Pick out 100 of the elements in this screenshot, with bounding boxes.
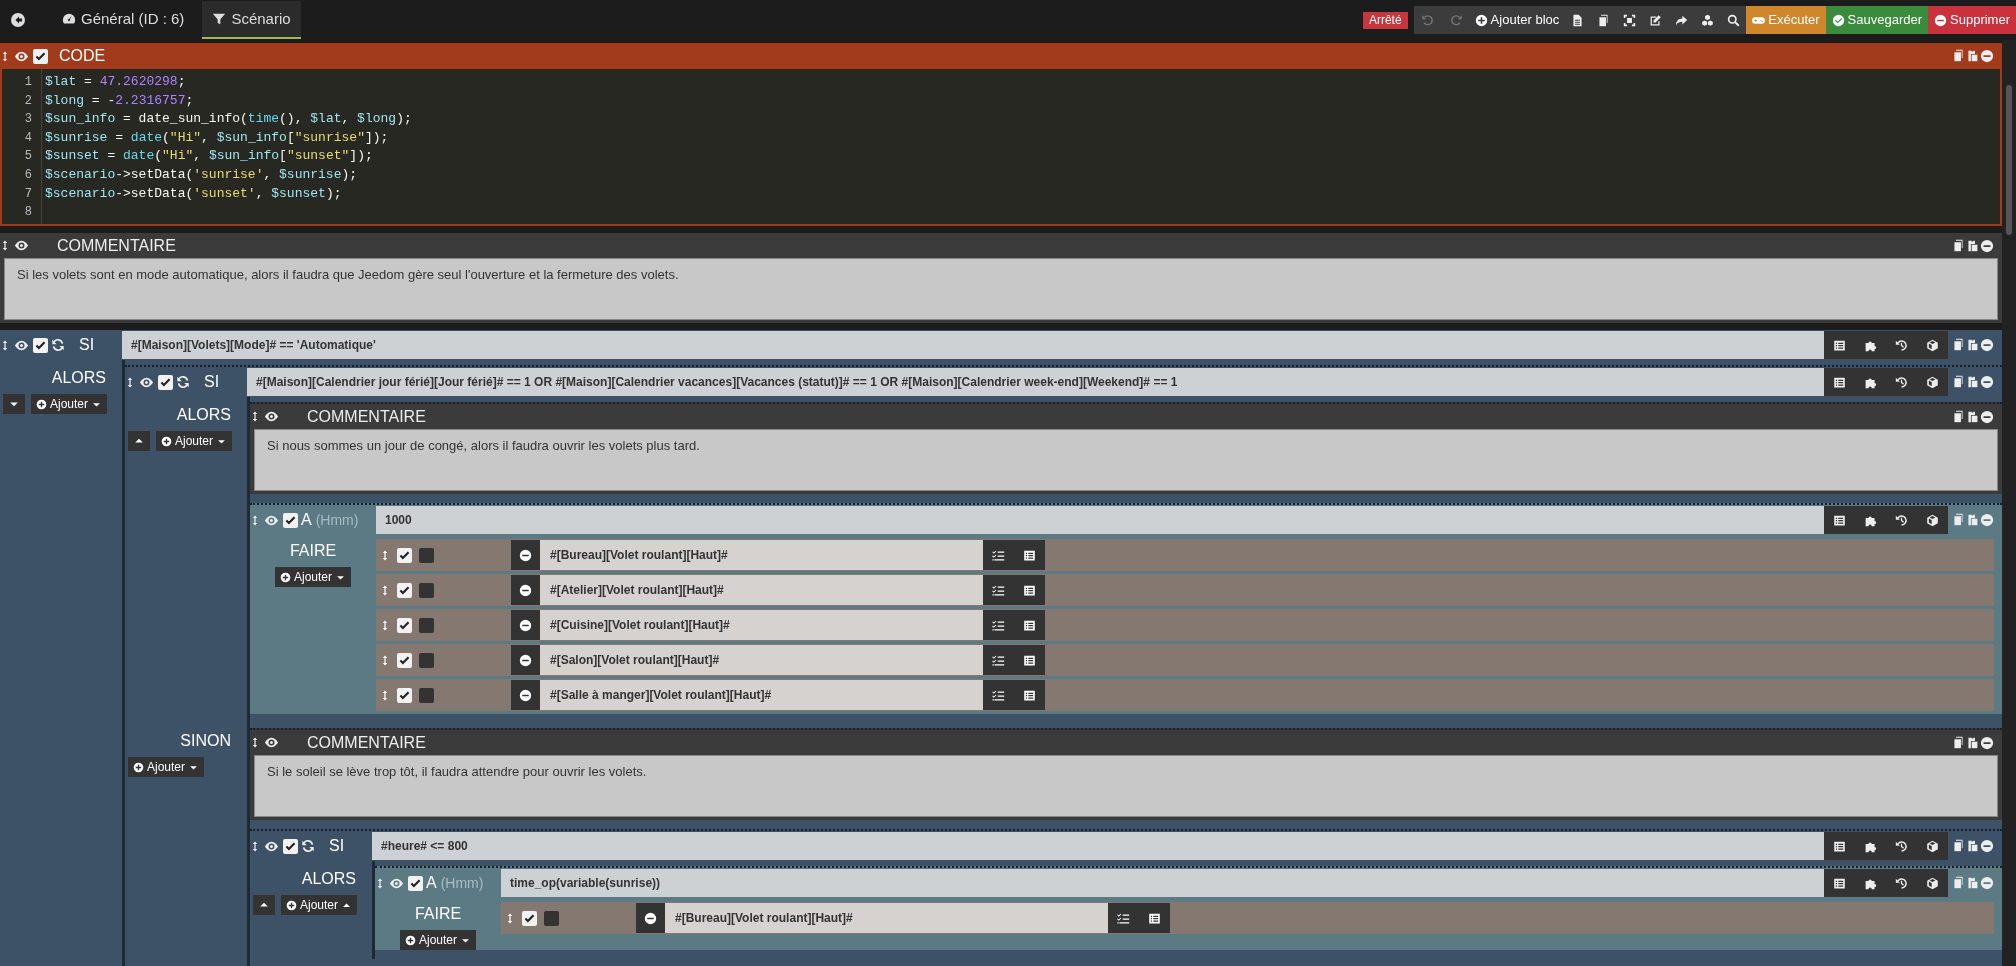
list-icon [1833, 338, 1846, 352]
eye-icon[interactable] [263, 735, 280, 750]
refresh-icon[interactable] [51, 338, 65, 352]
list-button[interactable] [1014, 575, 1045, 605]
paste-button[interactable] [1966, 375, 1979, 389]
copy-button[interactable] [1952, 735, 1965, 750]
copy-button[interactable] [1952, 338, 1965, 352]
toggle-button[interactable] [3, 394, 25, 414]
list-button[interactable] [1014, 645, 1045, 675]
paste-button[interactable] [1966, 735, 1979, 750]
command-field[interactable]: #[Bureau][Volet roulant][Haut]# [665, 903, 1108, 933]
add-dropdown[interactable]: Ajouter [281, 895, 358, 915]
options-button[interactable] [983, 575, 1014, 605]
enable-checkbox[interactable] [397, 617, 412, 633]
list-button[interactable] [1014, 540, 1045, 570]
paste-button[interactable] [1966, 238, 1979, 253]
tab[interactable]: Scénario [202, 1, 301, 39]
condition-field[interactable]: #heure# <= 800 [372, 832, 1824, 860]
refresh-icon[interactable] [301, 839, 315, 853]
paste-button[interactable] [1966, 839, 1979, 853]
comment-field[interactable]: Si les volets sont en mode automatique, alors il faudra que Jeedom gère seul l'ouverture et la fermeture des volets. [4, 258, 1998, 320]
parallel-checkbox[interactable] [419, 547, 434, 563]
paste-icon [1966, 338, 1979, 351]
comment-field[interactable]: Si le soleil se lève trop tôt, il faudra attendre pour ouvrir les volets. [254, 755, 1998, 817]
enable-checkbox[interactable] [397, 547, 412, 563]
toggle-button[interactable] [128, 431, 150, 451]
enable-checkbox[interactable] [408, 875, 423, 891]
parallel-checkbox[interactable] [419, 652, 434, 668]
checklist-icon [992, 653, 1005, 667]
back-button[interactable] [8, 10, 28, 30]
options-button[interactable] [983, 645, 1014, 675]
list-button[interactable] [1014, 680, 1045, 710]
list-icon [1023, 653, 1036, 667]
enable-checkbox[interactable] [397, 582, 412, 598]
copy-button[interactable] [1952, 839, 1965, 853]
remove-action-button[interactable] [511, 540, 540, 570]
remove-button[interactable] [1980, 839, 1994, 853]
add-dropdown[interactable]: Ajouter [156, 431, 233, 451]
time-field[interactable]: 1000 [376, 506, 1824, 534]
remove-button[interactable] [1980, 375, 1994, 389]
parallel-checkbox[interactable] [419, 617, 434, 633]
remove-action-button[interactable] [511, 645, 540, 675]
condition-field[interactable]: #[Maison][Calendrier jour férié][Jour férié]# == 1 OR #[Maison][Calendrier vacances][Vacances (statut)]# == 1 OR #[Maison][Calendrier week-end][Weekend]# == 1 [247, 368, 1824, 396]
paste-button[interactable] [1966, 338, 1979, 352]
add-dropdown[interactable]: Ajouter [275, 567, 351, 587]
enable-checkbox[interactable] [33, 48, 48, 64]
action-button[interactable]: Sauvegarder [1825, 6, 1929, 34]
enable-checkbox[interactable] [283, 512, 298, 528]
command-field[interactable]: #[Salon][Volet roulant][Haut]# [540, 645, 983, 675]
remove-action-button[interactable] [511, 575, 540, 605]
enable-checkbox[interactable] [158, 374, 173, 390]
line-number: 8 [23, 204, 33, 222]
comment-field[interactable]: Si nous sommes un jour de congé, alors il faudra ouvrir les volets plus tard. [254, 429, 1998, 491]
toggle-button[interactable] [253, 895, 275, 915]
remove-button[interactable] [1980, 735, 1994, 750]
refresh-icon[interactable] [176, 375, 190, 389]
command-field[interactable]: #[Atelier][Volet roulant][Haut]# [540, 575, 983, 605]
copy-button[interactable] [1952, 238, 1965, 253]
eye-icon[interactable] [13, 238, 30, 253]
options-button[interactable] [983, 610, 1014, 640]
remove-action-button[interactable] [511, 610, 540, 640]
add-dropdown[interactable]: Ajouter [128, 757, 205, 777]
paste-button[interactable] [1966, 49, 1979, 63]
remove-action-button[interactable] [636, 903, 665, 933]
time-field[interactable]: time_op(variable(sunrise)) [501, 869, 1824, 897]
options-button[interactable] [1108, 903, 1139, 933]
command-field[interactable]: #[Salle à manger][Volet roulant][Haut]# [540, 680, 983, 710]
vertical-arrows-icon[interactable] [250, 409, 260, 424]
copy-button[interactable] [1952, 375, 1965, 389]
list-button[interactable] [1014, 610, 1045, 640]
list-button[interactable] [1139, 903, 1170, 933]
parallel-checkbox[interactable] [544, 910, 559, 926]
parallel-checkbox[interactable] [419, 687, 434, 703]
command-field[interactable]: #[Bureau][Volet roulant][Haut]# [540, 540, 983, 570]
remove-button[interactable] [1980, 338, 1994, 352]
add-dropdown[interactable]: Ajouter [31, 394, 108, 414]
copy-button[interactable] [1952, 409, 1965, 424]
scrollbar[interactable] [2002, 40, 2016, 966]
remove-action-button[interactable] [511, 680, 540, 710]
options-button[interactable] [983, 540, 1014, 570]
copy-button[interactable] [1952, 49, 1965, 63]
enable-checkbox[interactable] [522, 910, 537, 926]
tab[interactable]: Général (ID : 6) [52, 1, 195, 39]
action-button[interactable]: Supprimer [1928, 6, 2016, 34]
remove-button[interactable] [1980, 409, 1994, 424]
remove-button[interactable] [1980, 49, 1994, 63]
parallel-checkbox[interactable] [419, 582, 434, 598]
enable-checkbox[interactable] [397, 687, 412, 703]
remove-button[interactable] [1980, 238, 1994, 253]
vertical-arrows-icon[interactable] [250, 735, 260, 750]
paste-button[interactable] [1966, 409, 1979, 424]
add-dropdown[interactable]: Ajouter [400, 930, 476, 950]
condition-field[interactable]: #[Maison][Volets][Mode]# == 'Automatique' [122, 331, 1824, 359]
vertical-arrows-icon[interactable] [0, 238, 10, 253]
enable-checkbox[interactable] [283, 838, 298, 854]
enable-checkbox[interactable] [397, 652, 412, 668]
options-button[interactable] [983, 680, 1014, 710]
eye-icon[interactable] [263, 409, 280, 424]
enable-checkbox[interactable] [33, 337, 48, 353]
command-field[interactable]: #[Cuisine][Volet roulant][Haut]# [540, 610, 983, 640]
